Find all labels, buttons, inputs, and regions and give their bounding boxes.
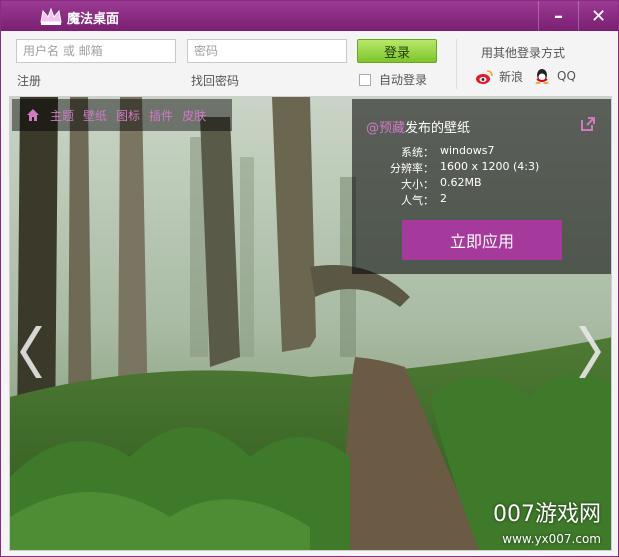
info-key: 人气： bbox=[401, 194, 434, 207]
info-key: 大小： bbox=[401, 178, 434, 191]
login-panel: 登录 注册 找回密码 自动登录 用其他登录方式 新浪 bbox=[1, 31, 618, 93]
wallpaper-info-panel: @预藏发布的壁纸 系统： windows7 分辨率： 1600 x 1200 (… bbox=[352, 99, 611, 274]
watermark-url: www.yx007.com bbox=[502, 532, 601, 546]
wallpaper-title: @预藏发布的壁纸 bbox=[366, 117, 470, 136]
nav-item-skins[interactable]: 皮肤 bbox=[182, 107, 206, 124]
author-link[interactable]: @预藏 bbox=[366, 121, 405, 136]
info-key: 系统： bbox=[401, 146, 434, 159]
info-row-system: 系统： windows7 bbox=[366, 144, 596, 160]
minimize-button[interactable]: – bbox=[538, 1, 578, 31]
info-value: 2 bbox=[440, 192, 447, 205]
app-window: 魔法桌面 – ✕ 登录 注册 找回密码 自动登录 用其他登录方式 新浪 bbox=[0, 0, 619, 557]
nav-item-wallpapers[interactable]: 壁纸 bbox=[83, 107, 107, 124]
info-row-size: 大小： 0.62MB bbox=[366, 176, 596, 192]
nav-item-themes[interactable]: 主题 bbox=[50, 107, 74, 124]
nav-item-icons[interactable]: 图标 bbox=[116, 107, 140, 124]
info-key: 分辨率： bbox=[390, 162, 434, 175]
close-button[interactable]: ✕ bbox=[578, 1, 618, 31]
info-row-resolution: 分辨率： 1600 x 1200 (4:3) bbox=[366, 160, 596, 176]
category-nav: 主题 壁纸 图标 插件 皮肤 bbox=[12, 99, 232, 131]
weibo-icon bbox=[476, 69, 493, 84]
external-link-icon[interactable] bbox=[579, 115, 597, 133]
weibo-label: 新浪 bbox=[499, 70, 524, 84]
crown-logo-icon bbox=[40, 7, 62, 25]
login-button[interactable]: 登录 bbox=[357, 39, 437, 63]
qq-login[interactable]: QQ bbox=[533, 68, 576, 84]
auto-login-option[interactable]: 自动登录 bbox=[359, 71, 427, 88]
info-row-popularity: 人气： 2 bbox=[366, 192, 596, 208]
apply-now-button[interactable]: 立即应用 bbox=[402, 220, 562, 260]
password-input[interactable] bbox=[187, 39, 347, 63]
home-icon[interactable] bbox=[26, 108, 40, 122]
divider bbox=[456, 39, 457, 89]
info-value: 1600 x 1200 (4:3) bbox=[440, 160, 540, 173]
username-input[interactable] bbox=[16, 39, 176, 63]
auto-login-checkbox[interactable] bbox=[359, 73, 371, 86]
forgot-password-link[interactable]: 找回密码 bbox=[191, 72, 239, 89]
qq-label: QQ bbox=[557, 69, 576, 83]
qq-icon bbox=[535, 69, 549, 84]
nav-item-plugins[interactable]: 插件 bbox=[149, 107, 173, 124]
chevron-right-icon[interactable] bbox=[573, 322, 603, 382]
other-login-title: 用其他登录方式 bbox=[481, 46, 566, 60]
auto-login-label: 自动登录 bbox=[379, 73, 428, 87]
title-bar[interactable]: 魔法桌面 – ✕ bbox=[1, 1, 618, 31]
weibo-login[interactable]: 新浪 bbox=[475, 68, 523, 85]
title-suffix: 发布的壁纸 bbox=[405, 121, 471, 136]
wallpaper-preview: 主题 壁纸 图标 插件 皮肤 @预藏发布的壁纸 系统： windows7 分辨率… bbox=[9, 96, 612, 551]
info-value: windows7 bbox=[440, 144, 495, 157]
chevron-left-icon[interactable] bbox=[18, 322, 48, 382]
info-value: 0.62MB bbox=[440, 176, 482, 189]
register-link[interactable]: 注册 bbox=[17, 72, 41, 89]
watermark-title: 007游戏网 bbox=[493, 502, 601, 527]
app-title: 魔法桌面 bbox=[67, 12, 120, 27]
window-controls: – ✕ bbox=[538, 1, 618, 31]
